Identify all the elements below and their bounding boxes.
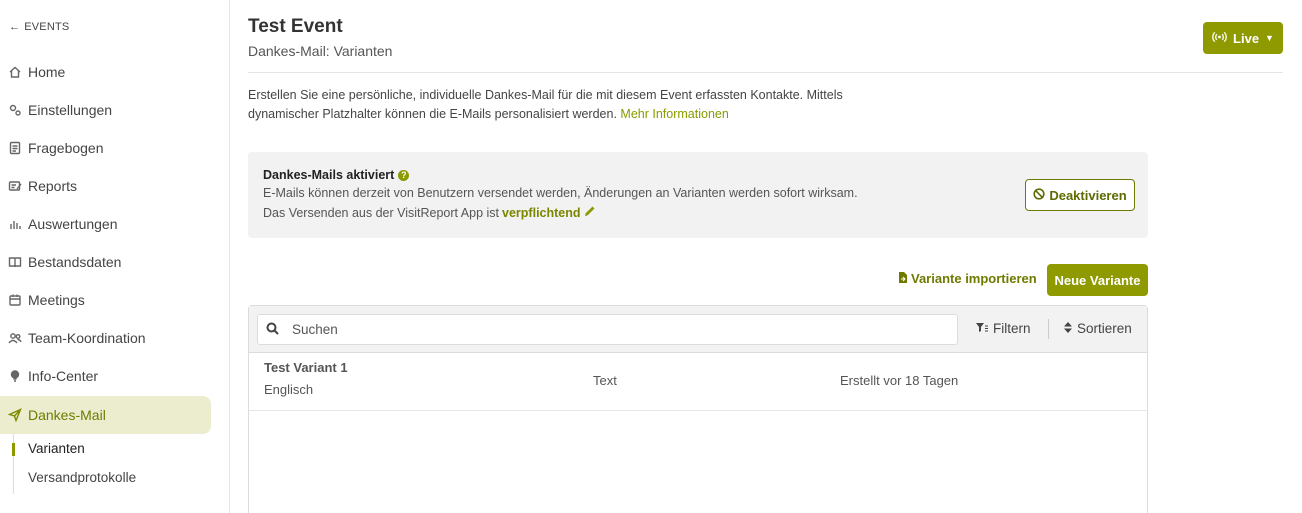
sidebar-item-info-center[interactable]: Info-Center bbox=[0, 357, 211, 395]
search-input[interactable] bbox=[292, 322, 932, 337]
sort-button[interactable]: Sortieren bbox=[1064, 321, 1132, 336]
gears-icon bbox=[8, 103, 22, 117]
intro-text: Erstellen Sie eine persönliche, individu… bbox=[248, 86, 868, 124]
status-title-text: Dankes-Mails aktiviert bbox=[263, 168, 395, 182]
sidebar-item-meetings[interactable]: Meetings bbox=[0, 281, 211, 319]
back-link-label: EVENTS bbox=[24, 21, 70, 33]
live-label: Live bbox=[1233, 30, 1260, 46]
new-variant-button[interactable]: Neue Variante bbox=[1047, 264, 1148, 296]
variants-table: Filtern Sortieren Test Variant 1 Englisc… bbox=[248, 305, 1148, 513]
live-status-button[interactable]: Live ▼ bbox=[1203, 22, 1283, 54]
ban-icon bbox=[1033, 187, 1045, 203]
home-icon bbox=[8, 65, 22, 79]
table-toolbar: Filtern Sortieren bbox=[249, 306, 1147, 353]
sidebar-item-einstellungen[interactable]: Einstellungen bbox=[0, 91, 211, 129]
deactivate-button[interactable]: Deaktivieren bbox=[1025, 179, 1135, 211]
search-icon bbox=[258, 322, 279, 338]
status-title: Dankes-Mails aktiviert ? bbox=[263, 168, 410, 182]
variant-name: Test Variant 1 bbox=[264, 360, 348, 375]
caret-down-icon: ▼ bbox=[1265, 33, 1274, 43]
sort-icon bbox=[1064, 321, 1072, 336]
header-divider bbox=[248, 72, 1283, 73]
table-row[interactable]: Test Variant 1 Englisch Text Erstellt vo… bbox=[249, 353, 1147, 411]
dankes-mail-status-box: Dankes-Mails aktiviert ? E-Mails können … bbox=[248, 152, 1148, 238]
sidebar-item-label: Dankes-Mail bbox=[28, 407, 106, 423]
book-icon bbox=[8, 255, 22, 269]
search-box bbox=[257, 314, 958, 345]
intro-description: Erstellen Sie eine persönliche, individu… bbox=[248, 88, 843, 121]
sidebar-item-label: Fragebogen bbox=[28, 140, 104, 156]
sidebar-item-label: Info-Center bbox=[28, 368, 99, 384]
page-subtitle: Dankes-Mail: Varianten bbox=[248, 43, 393, 59]
calendar-icon bbox=[8, 293, 22, 307]
team-icon bbox=[8, 331, 22, 345]
status-app-text: Das Versenden aus der VisitReport App is… bbox=[263, 205, 500, 220]
sidebar: ← EVENTS Home Einstellungen Fragebogen R… bbox=[0, 0, 230, 513]
subnav-item-versandprotokolle[interactable]: Versandprotokolle bbox=[28, 470, 136, 485]
import-variant-label: Variante importieren bbox=[911, 271, 1037, 286]
sidebar-item-label: Auswertungen bbox=[28, 216, 118, 232]
reports-icon bbox=[8, 179, 22, 193]
status-description: E-Mails können derzeit von Benutzern ver… bbox=[263, 186, 858, 200]
sidebar-item-team-koordination[interactable]: Team-Koordination bbox=[0, 319, 211, 357]
back-to-events-link[interactable]: ← EVENTS bbox=[9, 21, 69, 33]
file-import-icon bbox=[898, 271, 908, 286]
variant-created: Erstellt vor 18 Tagen bbox=[840, 373, 959, 388]
sidebar-item-dankes-mail[interactable]: Dankes-Mail bbox=[0, 396, 211, 434]
filter-icon bbox=[976, 321, 988, 336]
import-variant-button[interactable]: Variante importieren bbox=[898, 271, 1037, 286]
toolbar-divider bbox=[1048, 319, 1049, 339]
filter-label: Filtern bbox=[993, 321, 1031, 336]
filter-button[interactable]: Filtern bbox=[976, 321, 1031, 336]
subnav-item-varianten[interactable]: Varianten bbox=[28, 441, 85, 456]
arrow-left-icon: ← bbox=[9, 21, 21, 33]
sidebar-item-label: Home bbox=[28, 64, 66, 80]
help-icon[interactable]: ? bbox=[398, 169, 410, 181]
sidebar-item-label: Reports bbox=[28, 178, 78, 194]
sort-label: Sortieren bbox=[1077, 321, 1132, 336]
status-app-requirement: Das Versenden aus der VisitReport App is… bbox=[263, 205, 596, 220]
questionnaire-icon bbox=[8, 141, 22, 155]
paper-plane-icon bbox=[8, 408, 22, 422]
broadcast-icon bbox=[1212, 31, 1227, 46]
pencil-icon[interactable] bbox=[584, 205, 596, 220]
sidebar-item-reports[interactable]: Reports bbox=[0, 167, 211, 205]
sidebar-item-label: Einstellungen bbox=[28, 102, 113, 118]
bar-chart-icon bbox=[8, 217, 22, 231]
sidebar-item-bestandsdaten[interactable]: Bestandsdaten bbox=[0, 243, 211, 281]
deactivate-label: Deaktivieren bbox=[1049, 187, 1127, 203]
sidebar-item-label: Meetings bbox=[28, 292, 85, 308]
sidebar-item-label: Team-Koordination bbox=[28, 330, 146, 346]
lightbulb-icon bbox=[8, 369, 22, 383]
sidebar-item-label: Bestandsdaten bbox=[28, 254, 122, 270]
sidebar-item-auswertungen[interactable]: Auswertungen bbox=[0, 205, 211, 243]
variant-type: Text bbox=[593, 373, 617, 388]
sidebar-item-fragebogen[interactable]: Fragebogen bbox=[0, 129, 211, 167]
dankes-mail-subnav: Varianten Versandprotokolle bbox=[12, 434, 213, 494]
sidebar-item-home[interactable]: Home bbox=[0, 53, 211, 91]
more-info-link[interactable]: Mehr Informationen bbox=[620, 107, 728, 121]
page-title: Test Event bbox=[248, 16, 343, 37]
variant-language: Englisch bbox=[264, 382, 314, 397]
active-subnav-marker bbox=[12, 443, 15, 456]
mandatory-link[interactable]: verpflichtend bbox=[502, 206, 581, 220]
